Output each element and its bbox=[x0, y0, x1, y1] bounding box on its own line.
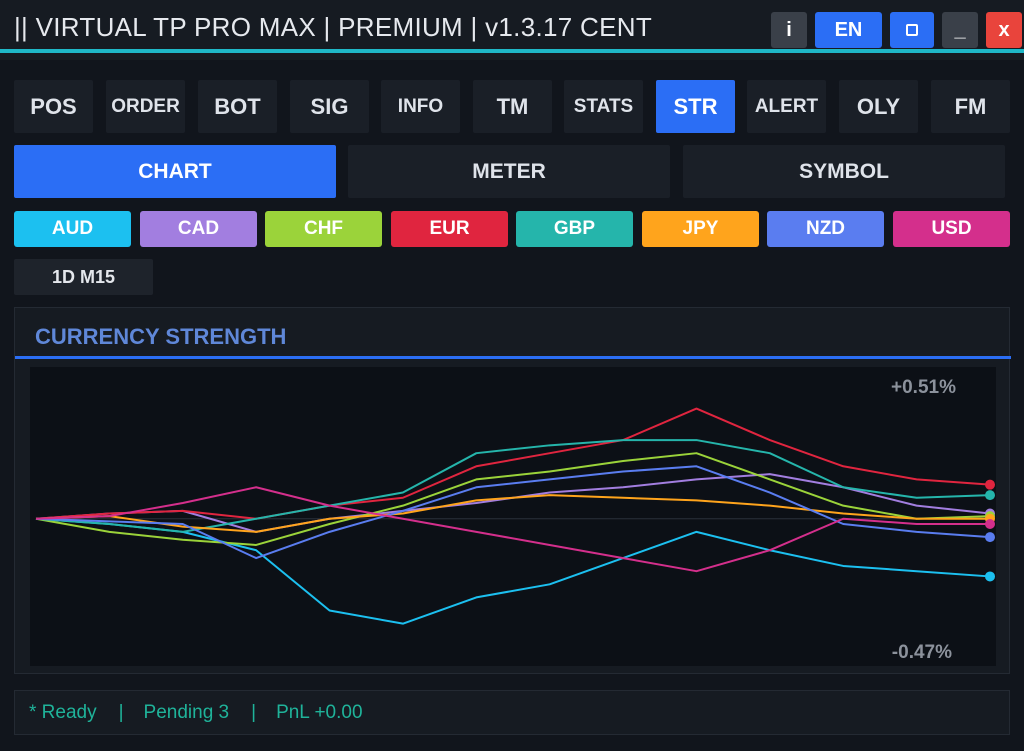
series-line-eur bbox=[35, 407, 991, 520]
tab-pos[interactable]: POS bbox=[14, 80, 93, 133]
tab-info[interactable]: INFO bbox=[381, 80, 460, 133]
title-bar: || VIRTUAL TP PRO MAX | PREMIUM | v1.3.1… bbox=[0, 0, 1024, 60]
tab-oly[interactable]: OLY bbox=[839, 80, 918, 133]
status-separator: | bbox=[251, 701, 257, 723]
series-line-nzd bbox=[35, 465, 991, 560]
currency-chf-toggle[interactable]: CHF bbox=[265, 211, 382, 247]
tab-str[interactable]: STR bbox=[656, 80, 735, 133]
panel-divider bbox=[15, 356, 1011, 359]
status-separator: | bbox=[118, 701, 124, 723]
strength-chart: +0.51% -0.47% bbox=[30, 367, 996, 666]
tab-bot[interactable]: BOT bbox=[198, 80, 277, 133]
mode-chart-button[interactable]: CHART bbox=[14, 145, 336, 198]
series-end-dot-aud bbox=[985, 571, 995, 582]
currency-eur-toggle[interactable]: EUR bbox=[391, 211, 508, 247]
status-bar: * Ready | Pending 3 | PnL +0.00 bbox=[14, 690, 1010, 735]
chart-svg bbox=[35, 407, 995, 625]
tab-order[interactable]: ORDER bbox=[106, 80, 185, 133]
mode-meter-button[interactable]: METER bbox=[348, 145, 670, 198]
series-end-dot-usd bbox=[985, 518, 995, 529]
series-end-dot-nzd bbox=[985, 532, 995, 543]
timeframe-button[interactable]: 1D M15 bbox=[14, 259, 153, 295]
status-pnl: PnL +0.00 bbox=[276, 701, 363, 723]
tab-alert[interactable]: ALERT bbox=[747, 80, 826, 133]
chart-max-label: +0.51% bbox=[891, 377, 956, 398]
series-end-dot-gbp bbox=[985, 490, 995, 501]
currency-strength-panel: CURRENCY STRENGTH +0.51% -0.47% bbox=[14, 307, 1011, 674]
currency-gbp-toggle[interactable]: GBP bbox=[516, 211, 633, 247]
status-pending: Pending 3 bbox=[143, 701, 230, 723]
currency-jpy-toggle[interactable]: JPY bbox=[642, 211, 759, 247]
minimize-button[interactable]: _ bbox=[942, 12, 978, 48]
tab-sig[interactable]: SIG bbox=[290, 80, 369, 133]
mode-symbol-button[interactable]: SYMBOL bbox=[683, 145, 1005, 198]
series-line-jpy bbox=[35, 494, 990, 533]
currency-nzd-toggle[interactable]: NZD bbox=[767, 211, 884, 247]
close-button[interactable]: x bbox=[986, 12, 1022, 48]
tab-stats[interactable]: STATS bbox=[564, 80, 643, 133]
series-line-usd bbox=[35, 486, 990, 573]
series-line-aud bbox=[35, 517, 991, 625]
window-title: || VIRTUAL TP PRO MAX | PREMIUM | v1.3.1… bbox=[14, 12, 653, 42]
panel-title: CURRENCY STRENGTH bbox=[35, 324, 287, 349]
tab-fm[interactable]: FM bbox=[931, 80, 1010, 133]
currency-cad-toggle[interactable]: CAD bbox=[140, 211, 257, 247]
currency-usd-toggle[interactable]: USD bbox=[893, 211, 1010, 247]
maximize-button[interactable] bbox=[890, 12, 934, 48]
status-ready: * Ready bbox=[29, 701, 97, 723]
info-button[interactable]: i bbox=[771, 12, 807, 48]
currency-aud-toggle[interactable]: AUD bbox=[14, 211, 131, 247]
language-button[interactable]: EN bbox=[815, 12, 882, 48]
maximize-icon bbox=[906, 24, 918, 36]
chart-min-label: -0.47% bbox=[891, 642, 952, 663]
series-end-dot-eur bbox=[985, 479, 995, 490]
tab-tm[interactable]: TM bbox=[473, 80, 552, 133]
title-accent-line bbox=[0, 49, 1024, 53]
